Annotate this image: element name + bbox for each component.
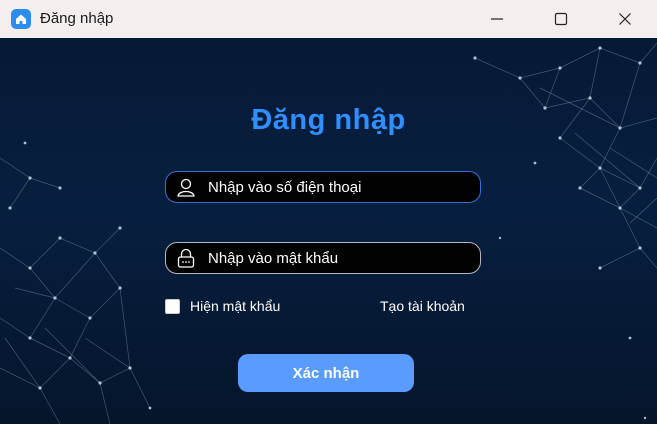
show-password-label: Hiện mật khẩu	[190, 298, 281, 314]
minimize-icon	[491, 18, 503, 20]
close-icon	[619, 13, 631, 25]
login-window: Đăng nhập Đăng nhập Nhập vào số điện tho…	[0, 0, 657, 424]
create-account-link[interactable]: Tạo tài khoản	[380, 298, 465, 314]
submit-button[interactable]: Xác nhận	[238, 354, 414, 392]
show-password-option[interactable]: Hiện mật khẩu	[165, 298, 280, 314]
home-icon	[11, 9, 31, 29]
close-button[interactable]	[602, 0, 648, 38]
phone-field[interactable]	[165, 171, 481, 203]
minimize-button[interactable]	[474, 0, 520, 38]
lock-icon	[175, 247, 197, 269]
page-title: Đăng nhập	[251, 104, 406, 136]
title-bar: Đăng nhập	[0, 0, 657, 38]
password-field[interactable]	[165, 242, 481, 274]
user-icon	[175, 176, 197, 198]
show-password-checkbox[interactable]	[165, 298, 180, 314]
window-title: Đăng nhập	[40, 10, 114, 27]
login-panel: Đăng nhập Hiện mật khẩu Tạo tài khoản Xá…	[0, 38, 657, 424]
maximize-icon	[554, 12, 568, 26]
phone-input[interactable]	[206, 172, 478, 203]
password-input[interactable]	[206, 243, 478, 274]
maximize-button[interactable]	[538, 0, 584, 38]
